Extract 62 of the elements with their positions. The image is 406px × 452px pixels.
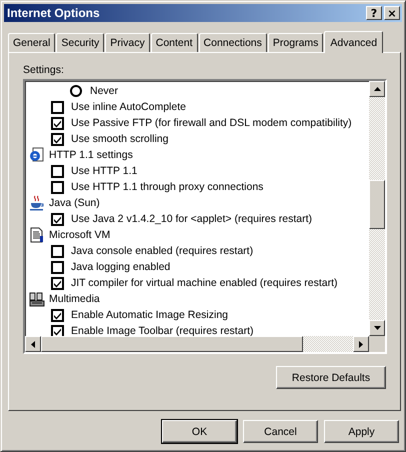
dialog-button[interactable]: Cancel [243,420,318,443]
scroll-up-button[interactable] [369,81,385,97]
checkbox[interactable] [51,276,64,290]
tab[interactable]: Programs [268,33,324,52]
checkbox[interactable] [51,244,64,258]
scroll-thumb[interactable] [369,180,385,229]
checkbox[interactable] [51,324,64,336]
scroll-thumb[interactable] [41,336,303,352]
restore-defaults-button[interactable]: Restore Defaults [276,366,386,389]
right-arrow-icon [359,340,363,348]
checkbox[interactable] [51,116,64,130]
option-label: Enable Automatic Image Resizing [71,309,228,321]
option-label: Use HTTP 1.1 through proxy connections [71,181,264,193]
scroll-right-button[interactable] [353,336,369,352]
scroll-left-button[interactable] [25,336,41,352]
coffee-cup-icon [29,195,45,211]
option-label: Use inline AutoComplete [71,101,186,113]
group-label: Microsoft VM [49,229,110,241]
checkbox[interactable] [51,100,64,114]
option-label: Use HTTP 1.1 [71,165,138,177]
settings-label: Settings: [23,64,65,78]
tab[interactable]: Security [56,33,104,52]
tab[interactable]: Content [150,33,198,52]
window-title: Internet Options [7,6,100,20]
check-icon [53,214,62,224]
scrollbar-corner [369,336,385,352]
multimedia-icon [29,291,45,307]
tab[interactable]: Connections [198,33,267,52]
up-arrow-icon [374,87,380,91]
left-arrow-icon [31,340,35,348]
vertical-scrollbar[interactable] [369,81,385,336]
option-label: JIT compiler for virtual machine enabled (requires restart) [71,277,338,289]
check-icon [53,278,62,288]
tab[interactable]: General [8,33,56,52]
checkbox[interactable] [51,260,64,274]
horizontal-scrollbar[interactable] [25,336,369,352]
option-label: Use Passive FTP (for firewall and DSL modem compatibility) [71,117,352,129]
scroll-down-button[interactable] [369,320,385,336]
option-label: Never [90,85,118,97]
option-label: Use Java 2 v1.4.2_10 for <applet> (requires restart) [71,213,312,225]
option-label: Use smooth scrolling [71,133,168,145]
checkbox[interactable] [51,132,64,146]
radio-button[interactable] [70,85,82,97]
option-label: Java logging enabled [71,261,170,273]
option-label: Enable Image Toolbar (requires restart) [71,325,254,336]
checkbox[interactable] [51,212,64,226]
tab[interactable]: Advanced [324,31,384,53]
group-label: Java (Sun) [49,197,100,209]
option-label: Java console enabled (requires restart) [71,245,254,257]
dialog-button[interactable]: Apply [324,420,399,443]
group-label: HTTP 1.1 settings [49,149,133,161]
document-icon [29,227,45,243]
help-button[interactable]: ? [366,6,382,20]
close-button[interactable]: × [384,6,400,20]
checkbox[interactable] [51,308,64,322]
globe-page-icon [29,147,45,163]
group-label: Multimedia [49,293,100,305]
dialog-button[interactable]: OK [162,420,237,443]
down-arrow-icon [374,326,380,330]
tab[interactable]: Privacy [105,33,150,52]
checkbox[interactable] [51,164,64,178]
checkbox[interactable] [51,180,64,194]
